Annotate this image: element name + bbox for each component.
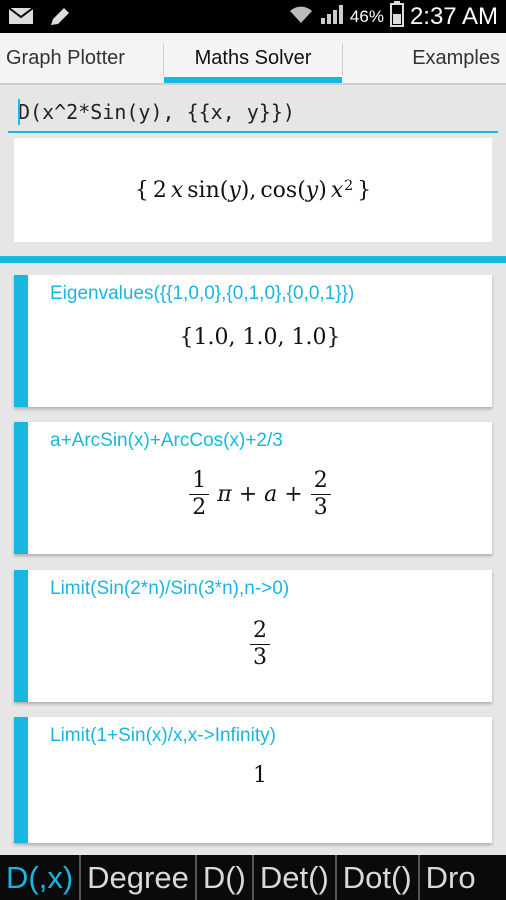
signal-icon xyxy=(320,3,344,30)
tab-graph-plotter[interactable]: Graph Plotter xyxy=(6,33,125,83)
history-result: {1.0, 1.0, 1.0} xyxy=(179,325,341,350)
wifi-icon xyxy=(288,3,314,30)
fraction: 23 xyxy=(250,618,270,672)
card-accent-bar xyxy=(14,275,28,407)
fraction: 23 xyxy=(310,468,331,522)
battery-icon xyxy=(389,1,404,32)
current-result: { 2 x sin(y), cos(y) x2 } xyxy=(14,138,492,242)
text-cursor xyxy=(18,99,20,125)
card-accent-bar xyxy=(14,570,28,702)
pencil-icon xyxy=(48,6,72,33)
status-bar: 46% 2:37 AM xyxy=(0,0,506,33)
solver-input-area: { 2 x sin(y), cos(y) x2 } xyxy=(0,85,506,255)
history-expression: Eigenvalues({{1,0,0},{0,1,0},{0,0,1}}) xyxy=(50,283,355,304)
history-divider xyxy=(0,256,506,263)
suggestion-item[interactable]: Degree xyxy=(81,855,197,900)
active-tab-indicator xyxy=(164,77,342,83)
card-accent-bar xyxy=(14,422,28,554)
history-card[interactable]: Limit(Sin(2*n)/Sin(3*n),n->0) 23 xyxy=(14,570,492,702)
history-result: 12 π + a + 23 xyxy=(28,468,492,522)
history-result: 23 xyxy=(28,618,492,672)
clock: 2:37 AM xyxy=(409,2,498,30)
fraction: 12 xyxy=(189,468,210,522)
battery-percent: 46% xyxy=(349,6,384,26)
history-result: 1 xyxy=(253,763,267,788)
function-suggestion-bar: D(,x) Degree D() Det() Dot() Dro xyxy=(0,855,506,900)
suggestion-item[interactable]: Dro xyxy=(420,855,482,900)
history-expression: a+ArcSin(x)+ArcCos(x)+2/3 xyxy=(50,430,283,451)
suggestion-item[interactable]: Dot() xyxy=(337,855,420,900)
history-card[interactable]: Eigenvalues({{1,0,0},{0,1,0},{0,0,1}}) {… xyxy=(14,275,492,407)
suggestion-item[interactable]: D() xyxy=(197,855,254,900)
expression-input[interactable] xyxy=(8,93,498,133)
tab-maths-solver[interactable]: Maths Solver xyxy=(164,33,342,83)
current-result-math: { 2 x sin(y), cos(y) x2 } xyxy=(134,177,372,203)
tab-examples[interactable]: Examples xyxy=(412,33,500,83)
suggestion-item[interactable]: Det() xyxy=(254,855,337,900)
tab-divider xyxy=(342,43,343,75)
tab-bar: Graph Plotter Maths Solver Examples xyxy=(0,33,506,85)
history-expression: Limit(1+Sin(x)/x,x->Infinity) xyxy=(50,725,276,746)
history-card[interactable]: Limit(1+Sin(x)/x,x->Infinity) 1 xyxy=(14,717,492,843)
mail-icon xyxy=(8,6,34,33)
suggestion-item[interactable]: D(,x) xyxy=(0,855,82,900)
card-accent-bar xyxy=(14,717,28,843)
history-expression: Limit(Sin(2*n)/Sin(3*n),n->0) xyxy=(50,578,290,599)
history-card[interactable]: a+ArcSin(x)+ArcCos(x)+2/3 12 π + a + 23 xyxy=(14,422,492,554)
